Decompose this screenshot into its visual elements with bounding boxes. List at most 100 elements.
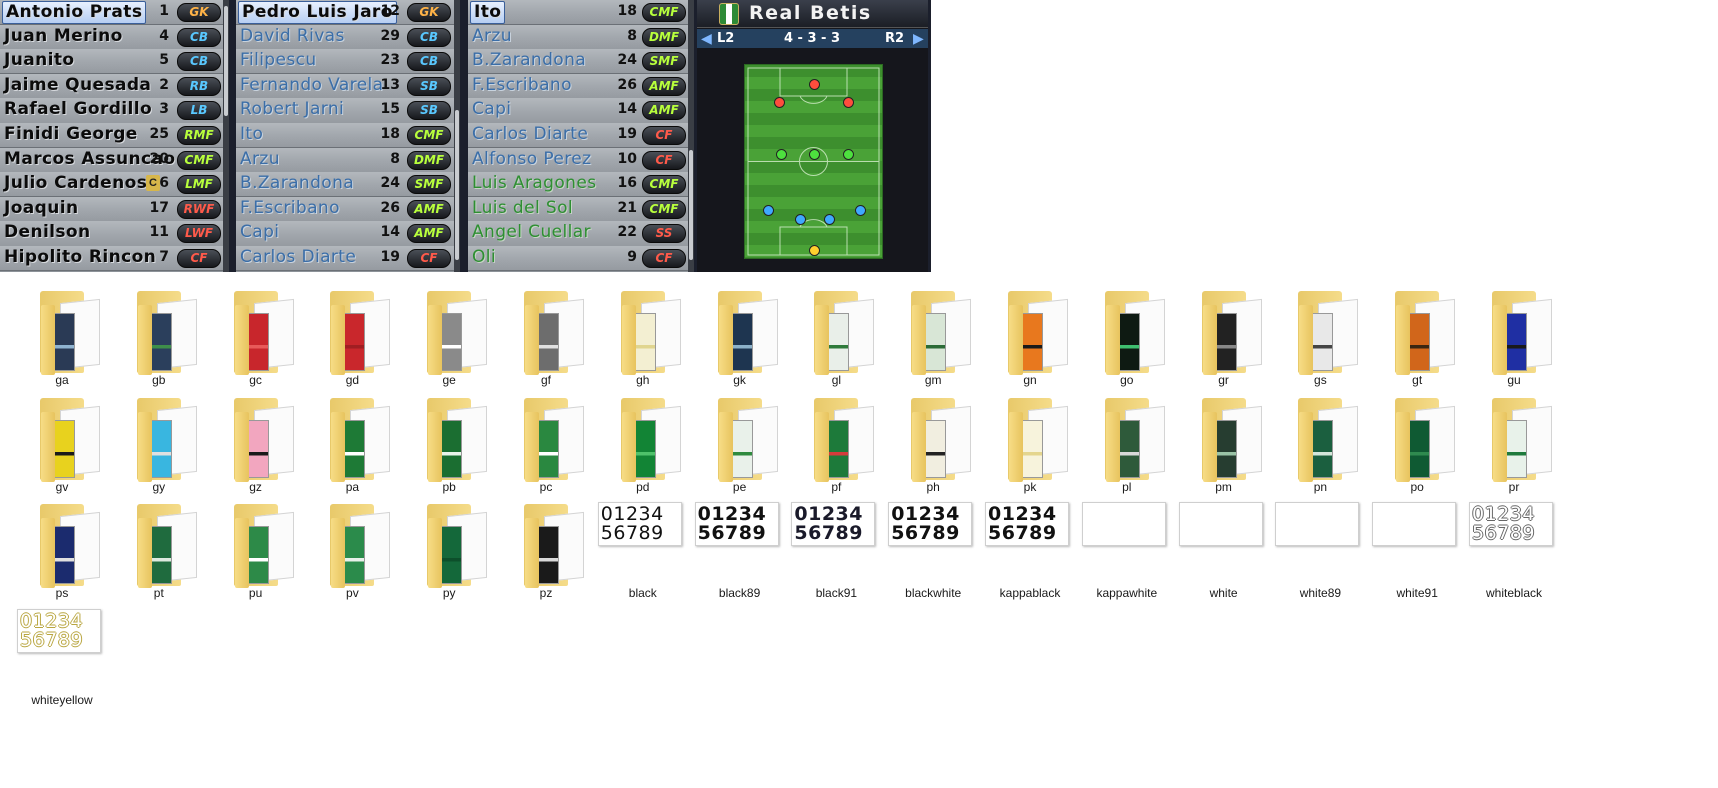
squad-scrollbar[interactable] [688, 0, 694, 272]
image-file-item[interactable]: 01234 56789 whiteyellow [14, 606, 110, 708]
folder-item[interactable]: go [1079, 286, 1175, 388]
folder-item[interactable]: gc [208, 286, 304, 388]
folder-item[interactable]: gr [1176, 286, 1272, 388]
reserves-scrollbar[interactable] [454, 0, 460, 272]
player-row[interactable]: Fernando Varela 13 SB [236, 73, 454, 99]
arrow-left-icon[interactable]: ◀ [701, 30, 712, 47]
player-row[interactable]: Robert Jarni 15 SB [236, 98, 454, 124]
folder-item[interactable]: pk [982, 393, 1078, 495]
player-row[interactable]: F.Escribano 26 AMF [236, 196, 454, 222]
player-row[interactable]: Hipolito Rincon 7 CF [0, 246, 223, 272]
arrow-right-icon[interactable]: ▶ [913, 30, 924, 47]
image-file-item[interactable]: white89 [1272, 499, 1368, 601]
player-row[interactable]: Oli 9 CF [468, 246, 688, 272]
folder-item[interactable]: gn [982, 286, 1078, 388]
player-row[interactable]: Marcos Assuncao 20 CMF [0, 147, 223, 173]
player-row[interactable]: Ito 18 CMF [468, 0, 688, 26]
folder-item[interactable]: pc [498, 393, 594, 495]
folder-item[interactable]: pv [304, 499, 400, 601]
folder-item[interactable]: gv [14, 393, 110, 495]
player-marker[interactable] [808, 79, 820, 91]
folder-item[interactable]: pn [1272, 393, 1368, 495]
folder-item[interactable]: py [401, 499, 497, 601]
folder-item[interactable]: pa [304, 393, 400, 495]
player-row[interactable]: F.Escribano 26 AMF [468, 73, 688, 99]
folder-item[interactable]: ga [14, 286, 110, 388]
player-marker[interactable] [808, 245, 820, 257]
folder-item[interactable]: gd [304, 286, 400, 388]
player-row[interactable]: B.Zarandona 24 SMF [236, 172, 454, 198]
folder-item[interactable]: pf [788, 393, 884, 495]
image-file-item[interactable]: white [1176, 499, 1272, 601]
player-row[interactable]: Arzu 8 DMF [236, 147, 454, 173]
player-marker[interactable] [775, 148, 787, 160]
folder-item[interactable]: pu [208, 499, 304, 601]
player-row[interactable]: Carlos Diarte 19 CF [468, 123, 688, 149]
player-row[interactable]: Antonio Prats 1 GK [0, 0, 223, 26]
folder-item[interactable]: gy [111, 393, 207, 495]
image-file-item[interactable]: 01234 56789 black89 [692, 499, 788, 601]
image-file-item[interactable]: 01234 56789 black [595, 499, 691, 601]
player-marker[interactable] [763, 204, 775, 216]
player-row[interactable]: Arzu 8 DMF [468, 24, 688, 50]
player-row[interactable]: Jaime Quesada 2 RB [0, 73, 223, 99]
player-row[interactable]: Ito 18 CMF [236, 123, 454, 149]
folder-item[interactable]: gz [208, 393, 304, 495]
player-marker[interactable] [842, 148, 854, 160]
folder-item[interactable]: pd [595, 393, 691, 495]
player-row[interactable]: Finidi George 25 RMF [0, 123, 223, 149]
player-row[interactable]: Pedro Luis Jaro 12 GK [236, 0, 454, 26]
player-row[interactable]: B.Zarandona 24 SMF [468, 49, 688, 75]
player-row[interactable]: Juanito 5 CB [0, 49, 223, 75]
player-row[interactable]: Luis Aragones 16 CMF [468, 172, 688, 198]
folder-item[interactable]: gm [885, 286, 981, 388]
image-file-item[interactable]: 01234 56789 blackwhite [885, 499, 981, 601]
l2-button[interactable]: L2 [717, 31, 734, 46]
folder-item[interactable]: gk [692, 286, 788, 388]
image-file-item[interactable]: 01234 56789 black91 [788, 499, 884, 601]
player-row[interactable]: Joaquin 17 RWF [0, 196, 223, 222]
folder-item[interactable]: gt [1369, 286, 1465, 388]
player-row[interactable]: Filipescu 23 CB [236, 49, 454, 75]
folder-item[interactable]: gl [788, 286, 884, 388]
player-row[interactable]: Rafael Gordillo 3 LB [0, 98, 223, 124]
player-marker[interactable] [855, 204, 867, 216]
player-marker[interactable] [774, 96, 786, 108]
image-file-item[interactable]: kappawhite [1079, 499, 1175, 601]
player-row[interactable]: David Rivas 29 CB [236, 24, 454, 50]
folder-item[interactable]: pt [111, 499, 207, 601]
lineup-scrollbar[interactable] [223, 0, 229, 272]
player-row[interactable]: Luis del Sol 21 CMF [468, 196, 688, 222]
player-marker[interactable] [823, 214, 835, 226]
folder-item[interactable]: pb [401, 393, 497, 495]
folder-item[interactable]: pr [1466, 393, 1562, 495]
folder-item[interactable]: pe [692, 393, 788, 495]
folder-item[interactable]: ph [885, 393, 981, 495]
folder-item[interactable]: ge [401, 286, 497, 388]
player-marker[interactable] [808, 148, 820, 160]
player-row[interactable]: Angel Cuellar 22 SS [468, 221, 688, 247]
player-row[interactable]: Denilson 11 LWF [0, 221, 223, 247]
folder-item[interactable]: gs [1272, 286, 1368, 388]
folder-item[interactable]: gf [498, 286, 594, 388]
folder-item[interactable]: ps [14, 499, 110, 601]
player-row[interactable]: Alfonso Perez 10 CF [468, 147, 688, 173]
player-row[interactable]: Carlos Diarte 19 CF [236, 246, 454, 272]
r2-button[interactable]: R2 [885, 31, 904, 46]
folder-item[interactable]: gh [595, 286, 691, 388]
folder-item[interactable]: pl [1079, 393, 1175, 495]
player-row[interactable]: Juan Merino 4 CB [0, 24, 223, 50]
folder-item[interactable]: gb [111, 286, 207, 388]
player-row[interactable]: Julio Cardenosa C 6 LMF [0, 172, 223, 198]
folder-item[interactable]: pm [1176, 393, 1272, 495]
folder-item[interactable]: po [1369, 393, 1465, 495]
player-row[interactable]: Capi 14 AMF [236, 221, 454, 247]
folder-item[interactable]: gu [1466, 286, 1562, 388]
formation-pitch[interactable] [744, 64, 883, 259]
image-file-item[interactable]: white91 [1369, 499, 1465, 601]
player-row[interactable]: Capi 14 AMF [468, 98, 688, 124]
image-file-item[interactable]: 01234 56789 kappablack [982, 499, 1078, 601]
image-file-item[interactable]: 01234 56789 whiteblack [1466, 499, 1562, 601]
folder-item[interactable]: pz [498, 499, 594, 601]
player-marker[interactable] [842, 96, 854, 108]
